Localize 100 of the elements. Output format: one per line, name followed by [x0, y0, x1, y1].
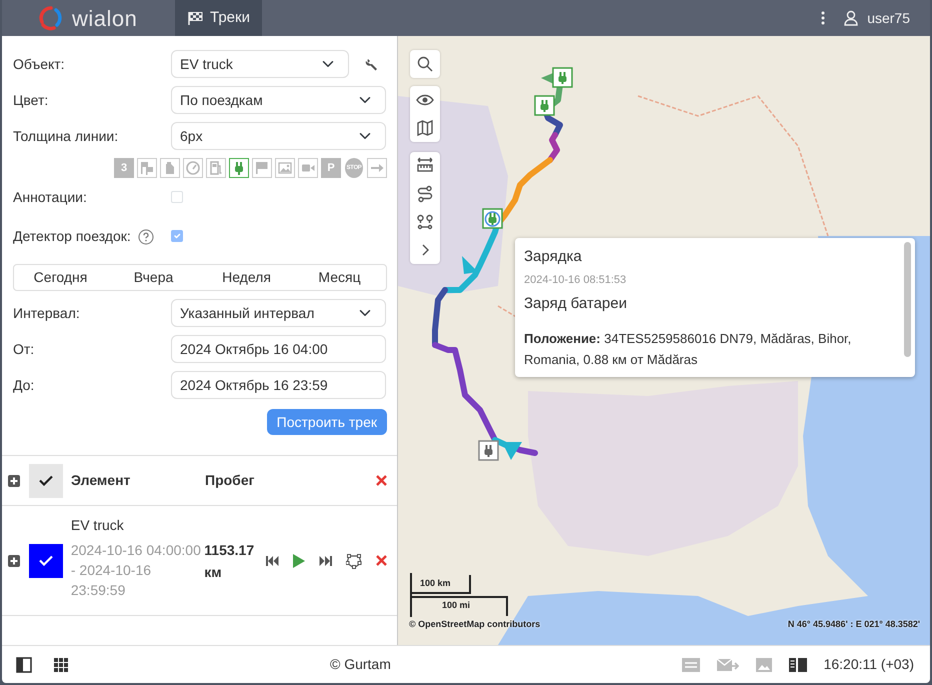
dropdown[interactable]: EV truck — [171, 50, 349, 78]
layout-button[interactable] — [788, 658, 807, 672]
track-checkbox[interactable] — [29, 544, 63, 578]
gauge-icon — [186, 161, 200, 175]
dropdown[interactable]: Указанный интервал — [171, 299, 386, 327]
track-name: EV truck — [70, 516, 125, 535]
skip-back-button[interactable] — [266, 556, 280, 566]
charging-marker[interactable] — [478, 440, 499, 461]
expand-button[interactable] — [8, 554, 20, 566]
popup-event: Заряд батареи — [524, 294, 628, 314]
logo-icon — [38, 5, 64, 31]
scale-label: 100 mi — [442, 599, 470, 612]
popup-time: 2024-10-16 08:51:53 — [524, 272, 628, 288]
marker-filter-button[interactable] — [183, 158, 203, 178]
period-button[interactable]: Месяц — [293, 265, 386, 290]
direction-arrow — [462, 256, 478, 274]
search-icon — [416, 55, 434, 73]
tab[interactable]: Треки — [175, 0, 262, 36]
close-icon — [376, 475, 387, 486]
fuel-can-icon — [163, 161, 177, 175]
mail-icon — [716, 656, 739, 672]
marker-filter-button[interactable] — [252, 158, 272, 178]
marker-filter-button[interactable] — [206, 158, 226, 178]
field-label: Толщина линии: — [13, 126, 120, 146]
column-header: Пробег — [205, 471, 254, 490]
delete-button[interactable] — [376, 555, 388, 566]
period-button[interactable]: Сегодня — [14, 265, 107, 290]
date-field[interactable]: 2024 Октябрь 16 04:00 — [171, 335, 386, 363]
close-icon — [376, 555, 388, 566]
charging-marker[interactable] — [482, 208, 503, 229]
plus-icon — [8, 474, 20, 486]
period-button[interactable]: Вчера — [107, 265, 200, 290]
plug-icon — [232, 161, 246, 175]
fuel-pump-icon — [209, 161, 223, 175]
grid-icon — [54, 658, 68, 672]
field-label: От: — [13, 340, 36, 358]
field-label: Цвет: — [13, 90, 50, 110]
field-label: Интервал: — [13, 304, 81, 323]
field-label: Детектор поездок: — [13, 227, 132, 246]
scale-label: 100 km — [420, 577, 451, 590]
field-label: До: — [13, 376, 36, 395]
map-pins-icon — [416, 213, 434, 231]
skip-forward-button[interactable] — [319, 556, 332, 566]
more-menu-button[interactable] — [821, 11, 826, 25]
chevron-right-icon — [422, 244, 428, 256]
plus-icon — [8, 554, 20, 566]
kebab-menu-icon — [821, 11, 826, 25]
cursor-coordinates: N 46° 45.9486' : E 021° 48.3582' — [788, 618, 920, 630]
charging-marker[interactable] — [534, 95, 555, 116]
track-period: 2024-10-16 04:00:00 - 2024-10-16 23:59:59 — [70, 541, 202, 600]
popup-title: Зарядка — [524, 247, 583, 267]
play-icon — [293, 554, 306, 568]
select-all-checkbox[interactable] — [29, 464, 63, 498]
map-icon — [416, 119, 434, 137]
skip-back-icon — [266, 556, 280, 566]
marker-filter-button[interactable] — [229, 158, 249, 178]
image-icon — [278, 161, 292, 175]
logo-text: wialon — [72, 4, 138, 32]
direction-arrow — [502, 442, 522, 460]
charging-marker[interactable] — [552, 67, 573, 88]
marker-filter-button[interactable] — [137, 158, 157, 178]
column-header: Элемент — [71, 471, 132, 490]
user-name[interactable]: user75 — [867, 8, 910, 28]
delete-button[interactable] — [376, 475, 387, 486]
message-icon — [682, 656, 700, 672]
clock-text: 16:20:11 (+03) — [824, 655, 914, 674]
expand-button[interactable] — [8, 474, 20, 486]
marker-filter-button[interactable] — [367, 158, 387, 178]
field-label: Аннотации: — [13, 188, 88, 207]
dropdown[interactable]: По поездкам — [171, 86, 386, 114]
checkbox[interactable] — [171, 191, 183, 203]
play-button[interactable] — [293, 554, 306, 568]
wrench-icon — [365, 58, 378, 70]
marker-filter-button[interactable] — [160, 158, 180, 178]
image-icon — [756, 656, 772, 672]
skip-forward-icon — [319, 556, 332, 566]
marker-filter-button[interactable] — [298, 158, 318, 178]
period-button[interactable]: Неделя — [200, 265, 293, 290]
check-icon — [38, 555, 53, 566]
track-mileage: 1153.17 км — [204, 540, 256, 582]
layout-icon — [788, 658, 807, 672]
flags-icon — [140, 161, 154, 175]
user-icon — [843, 10, 860, 26]
map-attribution: © OpenStreetMap contributors — [409, 618, 540, 631]
dropdown[interactable]: 6px — [171, 122, 386, 150]
marker-filter-button[interactable] — [275, 158, 295, 178]
popup-details: Положение: 34TES5259586016 DN79, Mădăras, Bihor, Romania, 0.88 км от Mădăras — [524, 330, 852, 368]
copyright-text: © Gurtam — [330, 655, 391, 674]
panel-toggle-button[interactable] — [16, 656, 32, 672]
settings-button[interactable] — [365, 58, 378, 70]
check-icon — [39, 475, 53, 486]
help-icon — [138, 228, 154, 245]
route-icon — [416, 185, 434, 203]
sidebar-icon — [16, 656, 32, 672]
polygon-button[interactable] — [346, 552, 362, 568]
apps-button[interactable] — [54, 658, 68, 672]
date-field[interactable]: 2024 Октябрь 16 23:59 — [171, 371, 386, 399]
arrow-icon — [370, 161, 384, 175]
flag-icon — [255, 161, 269, 175]
field-label: Объект: — [13, 54, 66, 74]
